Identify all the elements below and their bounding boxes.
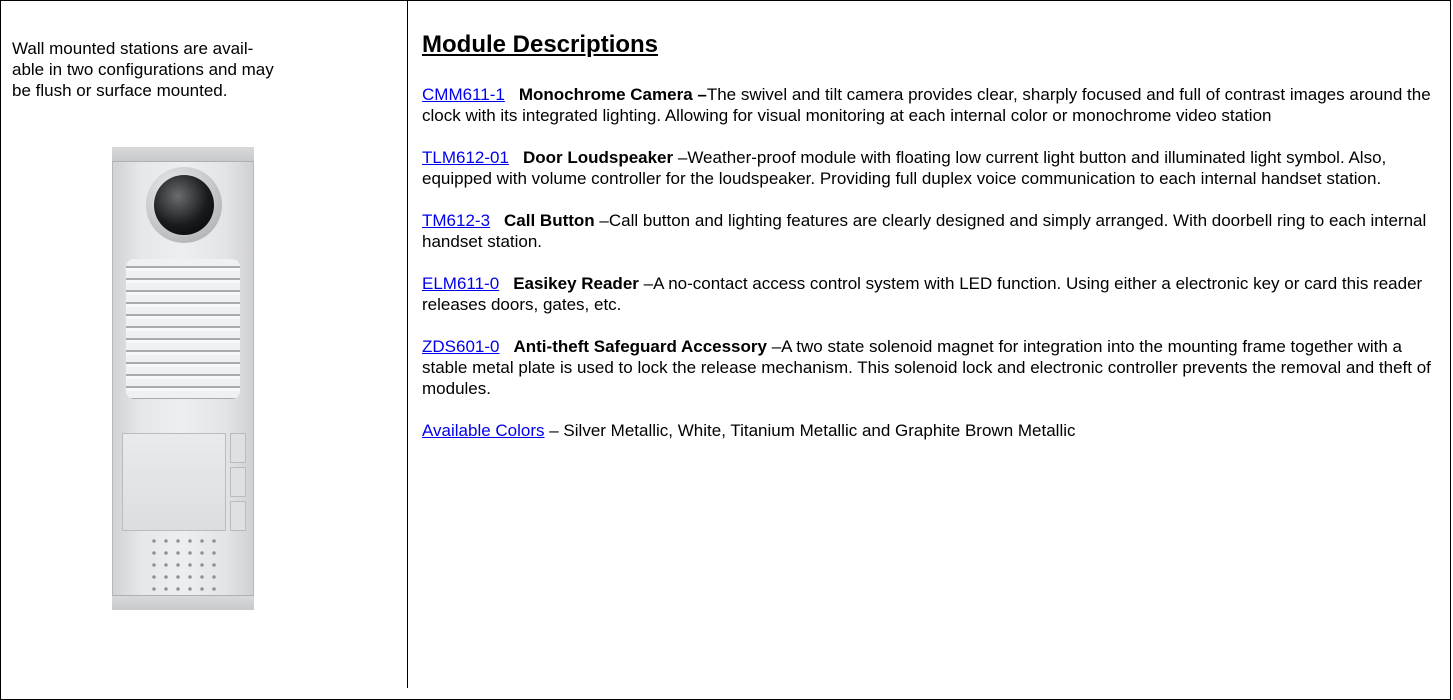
section-heading: Module Descriptions bbox=[422, 31, 659, 58]
side-button bbox=[230, 501, 246, 531]
left-column: Wall mounted stations are avail- able in… bbox=[12, 38, 392, 101]
column-divider bbox=[407, 0, 408, 688]
frame-rail-top bbox=[112, 147, 254, 162]
module-item: TLM612-01 Door Loudspeaker –Weather-proof… bbox=[422, 147, 1432, 189]
camera-lens bbox=[154, 175, 214, 235]
module-name: Easikey Reader bbox=[513, 274, 639, 293]
module-code-link[interactable]: ELM611-0 bbox=[422, 274, 499, 293]
module-code-link[interactable]: CMM611-1 bbox=[422, 85, 505, 104]
module-name: Call Button bbox=[504, 211, 595, 230]
module-item: CMM611-1 Monochrome Camera –The swivel an… bbox=[422, 84, 1432, 126]
module-code-link[interactable]: ZDS601-0 bbox=[422, 337, 499, 356]
module-item: TM612-3 Call Button –Call button and ligh… bbox=[422, 210, 1432, 252]
frame-rail-bottom bbox=[112, 595, 254, 610]
module-name: Monochrome Camera – bbox=[518, 85, 707, 104]
easikey-reader-icon bbox=[148, 535, 218, 595]
module-name: Anti-theft Safeguard Accessory bbox=[513, 337, 767, 356]
side-button bbox=[230, 433, 246, 463]
module-code-link[interactable]: TLM612-01 bbox=[422, 148, 509, 167]
module-item: ZDS601-0 Anti-theft Safeguard Accessory –… bbox=[422, 336, 1432, 399]
camera-icon bbox=[146, 167, 222, 243]
loudspeaker-grille bbox=[126, 259, 240, 399]
call-button-panel bbox=[122, 433, 226, 531]
side-button bbox=[230, 467, 246, 497]
colors-item: Available Colors – Silver Metallic, Whit… bbox=[422, 420, 1432, 441]
module-name: Door Loudspeaker bbox=[522, 148, 674, 167]
door-station-photo bbox=[112, 147, 254, 610]
module-code-link[interactable]: TM612-3 bbox=[422, 211, 490, 230]
colors-description: – Silver Metallic, White, Titanium Metal… bbox=[544, 421, 1076, 440]
module-item: ELM611-0 Easikey Reader –A no-contact acc… bbox=[422, 273, 1432, 315]
right-column: Module Descriptions CMM611-1 Monochrome C… bbox=[422, 30, 1432, 462]
intro-text: Wall mounted stations are avail- able in… bbox=[12, 39, 274, 100]
available-colors-link[interactable]: Available Colors bbox=[422, 421, 545, 440]
